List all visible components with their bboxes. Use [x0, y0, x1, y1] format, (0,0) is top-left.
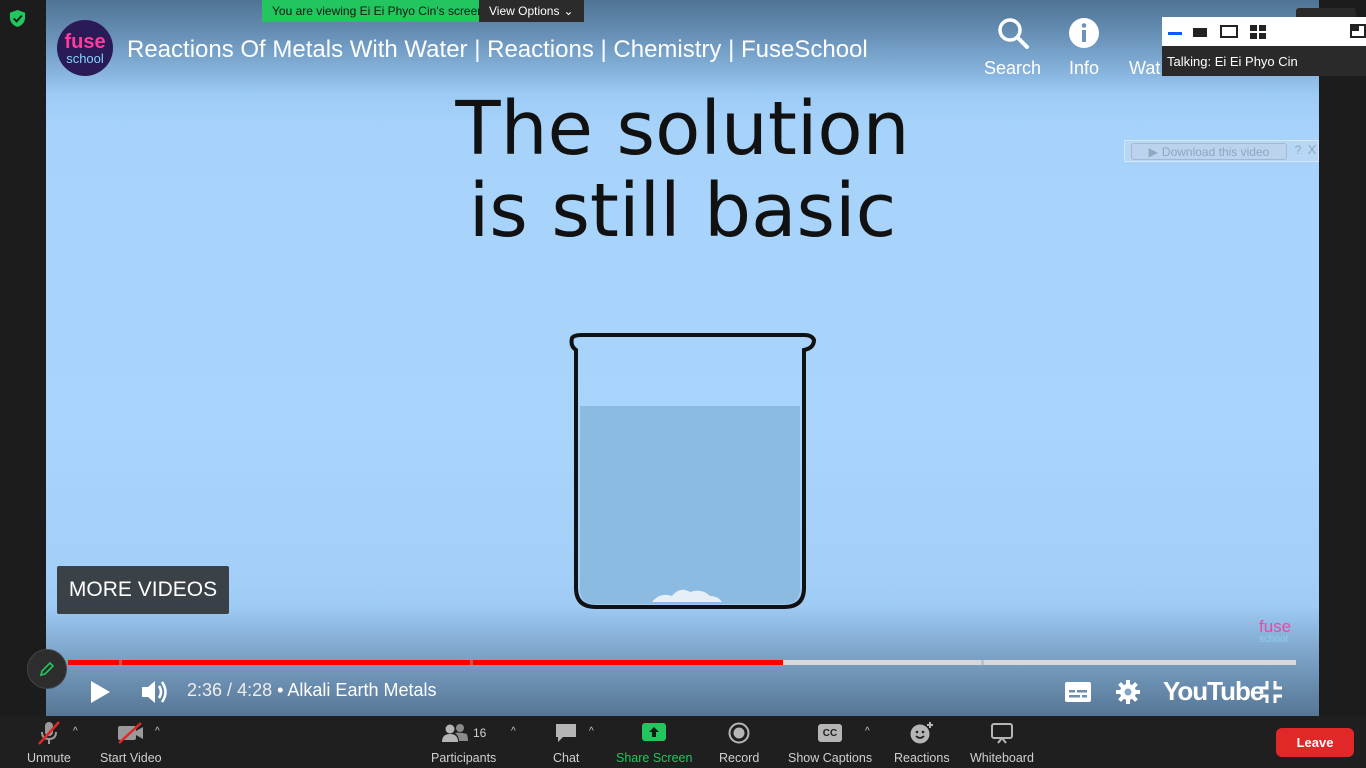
- zoom-window: fuse school Reactions Of Metals With Wat…: [0, 0, 1366, 768]
- record-icon: [728, 722, 750, 744]
- progress-bar[interactable]: [68, 660, 1296, 665]
- chevron-down-icon: ⌄: [563, 4, 574, 18]
- duration: 4:28: [237, 680, 273, 700]
- record-label: Record: [719, 751, 760, 765]
- play-icon[interactable]: [89, 680, 111, 704]
- watch-later-button[interactable]: Wat: [1129, 16, 1163, 79]
- microphone-muted-icon: [37, 721, 60, 745]
- time-display: 2:36 / 4:28 • Alkali Earth Metals: [187, 680, 436, 701]
- slide-line-2: is still basic: [468, 168, 897, 254]
- clock-icon: [1129, 16, 1163, 50]
- security-shield-icon[interactable]: [8, 9, 27, 28]
- channel-logo-line2: school: [66, 50, 104, 66]
- exit-fullscreen-icon[interactable]: [1259, 680, 1283, 704]
- watermark-line2: school: [1259, 634, 1288, 645]
- participants-icon: [441, 724, 468, 742]
- info-icon: [1069, 18, 1099, 48]
- share-screen-label: Share Screen: [616, 751, 693, 765]
- download-close-button[interactable]: X: [1306, 142, 1318, 159]
- volume-icon[interactable]: [140, 678, 170, 706]
- whiteboard-button[interactable]: Whiteboard: [970, 720, 1034, 765]
- chat-bubble-icon: [556, 724, 577, 742]
- whiteboard-icon: [990, 723, 1013, 744]
- pencil-icon: [39, 661, 55, 677]
- minimize-layout-icon[interactable]: [1168, 32, 1182, 36]
- info-button[interactable]: Info: [1067, 16, 1101, 79]
- chat-options-caret[interactable]: ^: [589, 726, 594, 737]
- participants-count: 16: [472, 726, 487, 740]
- beaker-illustration: [569, 333, 817, 609]
- view-options-label: View Options: [489, 4, 560, 18]
- unmute-label: Unmute: [27, 751, 71, 765]
- time-separator: /: [222, 680, 238, 700]
- progress-played: [68, 660, 783, 665]
- speaker-view-layout-icon[interactable]: [1220, 25, 1238, 38]
- captions-options-caret[interactable]: ^: [865, 726, 870, 737]
- view-options-button[interactable]: View Options ⌄: [479, 0, 584, 22]
- download-label: Download this video: [1161, 144, 1270, 159]
- download-video-button[interactable]: ▶ Download this video: [1131, 143, 1287, 160]
- video-layout-selector: [1162, 17, 1366, 46]
- subtitles-icon[interactable]: [1064, 681, 1092, 703]
- start-video-label: Start Video: [100, 751, 162, 765]
- whiteboard-label: Whiteboard: [970, 751, 1034, 765]
- chapter-marker: [470, 660, 473, 665]
- watch-later-label: Wat: [1129, 58, 1161, 78]
- show-captions-label: Show Captions: [788, 751, 873, 765]
- reaction-smiley-icon: [910, 722, 933, 744]
- video-options-caret[interactable]: ^: [155, 726, 160, 737]
- talking-panel: Talking: Ei Ei Phyo Cin: [1162, 17, 1366, 76]
- audio-options-caret[interactable]: ^: [73, 726, 78, 737]
- chat-label: Chat: [553, 751, 580, 765]
- search-label: Search: [984, 58, 1042, 78]
- chapter-marker: [981, 660, 984, 665]
- meeting-toolbar: Unmute ^ Start Video ^ 16 Participants ^…: [0, 716, 1366, 768]
- search-icon: [997, 18, 1029, 49]
- chapter-title[interactable]: • Alkali Earth Metals: [272, 680, 436, 700]
- download-bar: ▶ Download this video ? X: [1124, 140, 1319, 162]
- viewing-screen-badge: You are viewing Ei Ei Phyo Cin's screen: [262, 0, 494, 22]
- play-triangle-icon: ▶: [1148, 144, 1158, 159]
- reactions-button[interactable]: Reactions: [894, 720, 950, 765]
- shared-screen-video[interactable]: fuse school Reactions Of Metals With Wat…: [46, 0, 1319, 716]
- reactions-label: Reactions: [894, 751, 950, 765]
- more-videos-button[interactable]: MORE VIDEOS: [57, 566, 229, 614]
- share-screen-icon: [642, 723, 667, 741]
- leave-button[interactable]: Leave: [1276, 728, 1354, 757]
- channel-avatar[interactable]: fuse school: [57, 20, 113, 76]
- participants-label: Participants: [431, 751, 497, 765]
- chat-button[interactable]: Chat: [553, 720, 579, 765]
- pop-out-icon[interactable]: [1350, 24, 1366, 38]
- beaker-water: [580, 406, 800, 604]
- camera-off-icon: [117, 722, 143, 744]
- talking-indicator: Talking: Ei Ei Phyo Cin: [1167, 54, 1298, 69]
- annotate-button[interactable]: [27, 649, 67, 689]
- settings-gear-icon[interactable]: [1116, 680, 1140, 704]
- download-help-button[interactable]: ?: [1291, 143, 1305, 160]
- player-controls: 2:36 / 4:28 • Alkali Earth Metals YouTub…: [46, 672, 1319, 712]
- chapter-marker: [119, 660, 122, 665]
- participants-options-caret[interactable]: ^: [511, 726, 516, 737]
- youtube-logo[interactable]: YouTube: [1163, 676, 1264, 707]
- closed-captions-icon: CC: [818, 724, 843, 742]
- participants-button[interactable]: 16 Participants: [431, 720, 496, 765]
- info-label: Info: [1068, 58, 1100, 78]
- show-captions-button[interactable]: CC Show Captions: [788, 720, 872, 765]
- slide-heading: The solution is still basic: [46, 88, 1319, 252]
- gallery-layout-icon[interactable]: [1250, 25, 1266, 39]
- record-button[interactable]: Record: [719, 720, 759, 765]
- current-time: 2:36: [187, 680, 223, 700]
- share-screen-button[interactable]: Share Screen: [616, 720, 692, 765]
- start-video-button[interactable]: Start Video: [100, 720, 162, 765]
- channel-logo-line1: fuse: [64, 30, 106, 53]
- video-title[interactable]: Reactions Of Metals With Water | Reactio…: [127, 36, 868, 64]
- unmute-button[interactable]: Unmute: [27, 720, 71, 765]
- active-speaker-layout-icon[interactable]: [1193, 28, 1207, 37]
- channel-watermark[interactable]: fuse school: [1259, 618, 1291, 645]
- search-button[interactable]: Search: [984, 16, 1041, 79]
